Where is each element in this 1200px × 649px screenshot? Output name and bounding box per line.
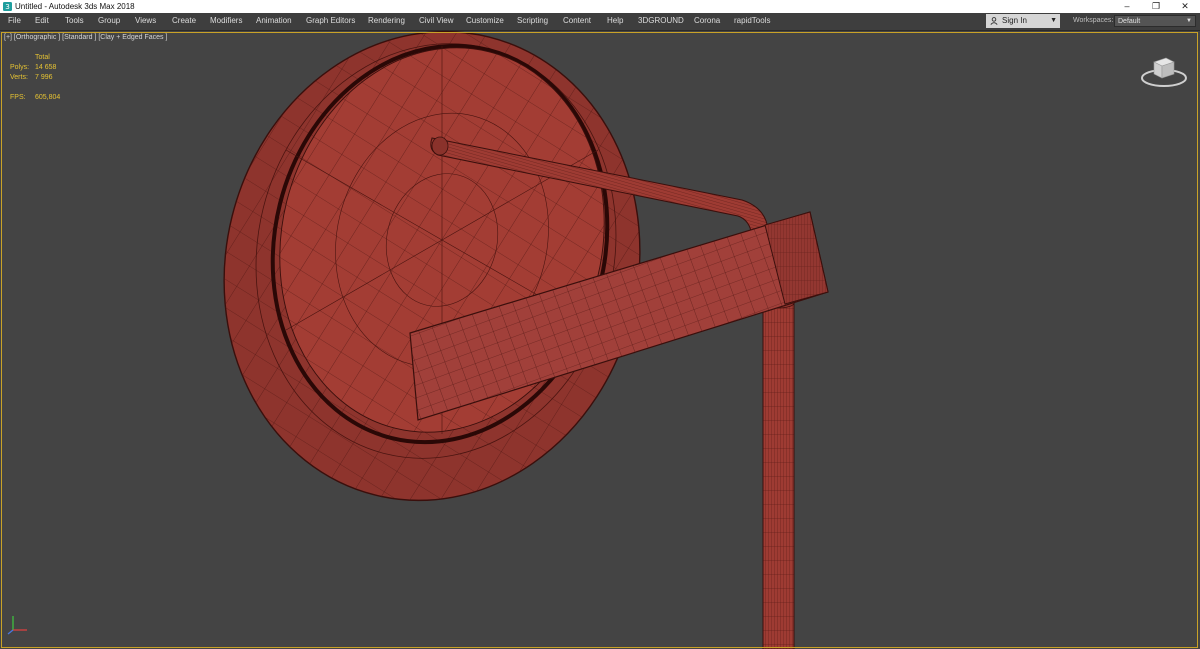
scene-model xyxy=(223,30,829,649)
stats-total-header: Total xyxy=(35,54,50,61)
stats-polys-label: Polys: xyxy=(10,64,30,71)
stats-fps-label: FPS: xyxy=(10,94,26,101)
stats-polys-value: 14 658 xyxy=(35,64,57,71)
viewcube-icon[interactable] xyxy=(1140,52,1188,88)
stats-verts-value: 7 996 xyxy=(35,74,53,81)
stats-verts-label: Verts: xyxy=(10,74,28,81)
model-pole xyxy=(762,297,795,649)
axis-tripod-icon xyxy=(7,616,27,635)
stats-fps-value: 605,804 xyxy=(35,94,61,101)
viewport-label[interactable]: [+] [Orthographic ] [Standard ] [Clay + … xyxy=(4,33,167,43)
